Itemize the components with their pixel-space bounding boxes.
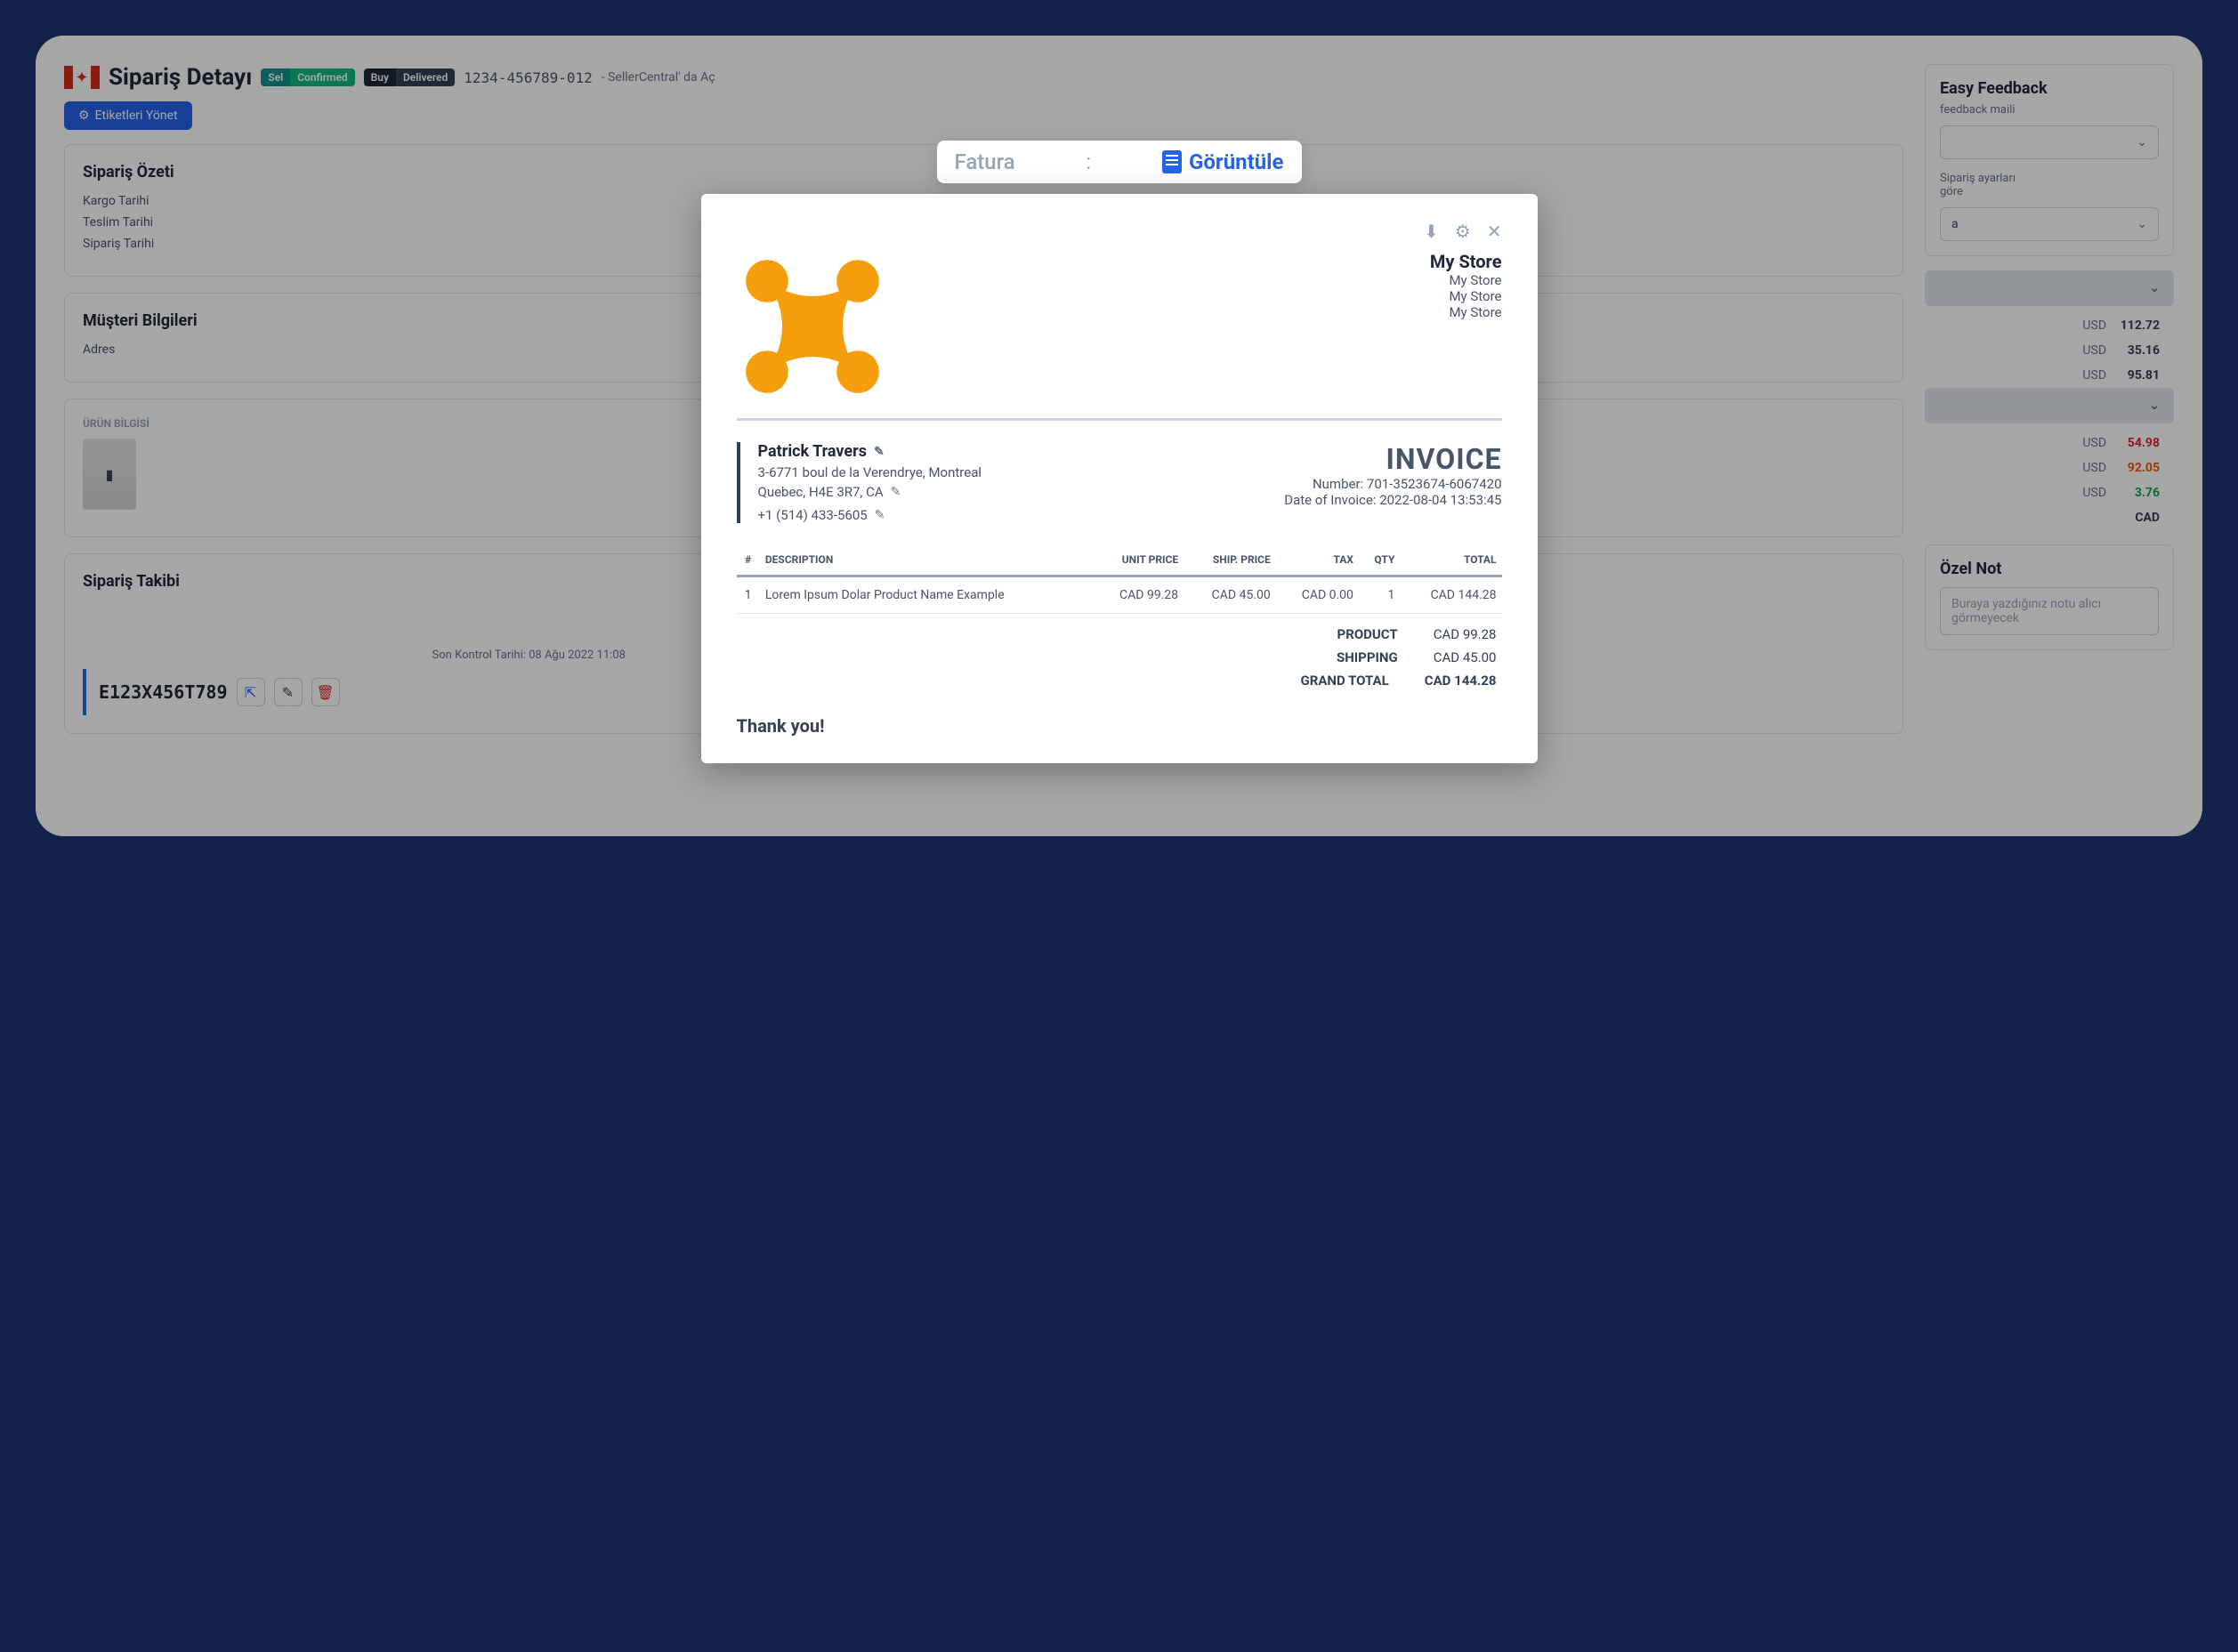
close-icon[interactable]: ✕ bbox=[1487, 221, 1502, 242]
tab-fatura-label: Fatura bbox=[955, 149, 1015, 174]
customer-block: Patrick Travers ✎ 3-6771 boul de la Vere… bbox=[737, 442, 982, 523]
customer-name: Patrick Travers bbox=[758, 442, 868, 461]
company-logo bbox=[737, 251, 888, 402]
table-row: 1 Lorem Ipsum Dolar Product Name Example… bbox=[737, 576, 1502, 614]
invoice-modal: ⬇ ⚙ ✕ My Store My Store My Store My Stor… bbox=[701, 194, 1538, 763]
modal-tab: Fatura : Görüntüle bbox=[937, 141, 1302, 183]
main-container: ✦ Sipariş Detayı SelConfirmed BuyDeliver… bbox=[36, 36, 2202, 836]
thank-you-text: Thank you! bbox=[737, 715, 1502, 737]
edit-phone-icon[interactable]: ✎ bbox=[875, 508, 885, 522]
download-icon[interactable]: ⬇ bbox=[1424, 221, 1439, 242]
store-info: My Store My Store My Store My Store bbox=[1430, 251, 1502, 320]
invoice-items-table: # DESCRIPTION UNIT PRICE SHIP. PRICE TAX… bbox=[737, 544, 1502, 614]
invoice-heading: INVOICE bbox=[1284, 442, 1501, 476]
settings-icon[interactable]: ⚙ bbox=[1455, 221, 1471, 242]
edit-address-icon[interactable]: ✎ bbox=[891, 485, 901, 499]
invoice-meta: INVOICE Number: 701-3523674-6067420 Date… bbox=[1284, 442, 1501, 508]
invoice-totals: PRODUCTCAD 99.28 SHIPPINGCAD 45.00 GRAND… bbox=[737, 623, 1502, 692]
document-icon bbox=[1162, 150, 1182, 173]
edit-name-icon[interactable]: ✎ bbox=[874, 445, 885, 459]
tab-view-button[interactable]: Görüntüle bbox=[1162, 149, 1283, 174]
